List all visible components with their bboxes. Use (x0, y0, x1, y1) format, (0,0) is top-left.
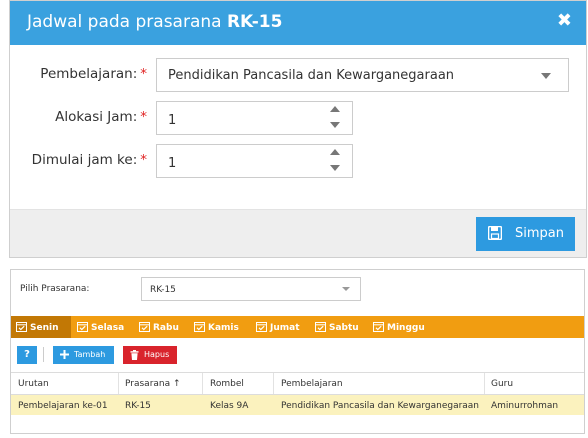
schedule-panel: Pilih Prasarana: RK-15 Senin Selasa Rabu… (10, 269, 585, 434)
modal-title-room: RK-15 (226, 12, 283, 32)
prasarana-label: Pilih Prasarana: (20, 284, 90, 294)
spinner-up-icon[interactable] (330, 106, 340, 112)
spinner-down-icon[interactable] (330, 122, 340, 128)
tab-jumat[interactable]: Jumat (256, 321, 300, 333)
tab-label: Senin (30, 323, 59, 333)
calendar-check-icon (315, 322, 326, 332)
form-row-alokasi: Alokasi Jam: * 1 (10, 101, 586, 135)
dimulai-jam-input[interactable]: 1 (156, 144, 353, 178)
pembelajaran-label: Pembelajaran: * (40, 66, 147, 82)
spinner-up-icon[interactable] (330, 149, 340, 155)
dimulai-label: Dimulai jam ke: * (32, 152, 147, 168)
pembelajaran-label-text: Pembelajaran: (40, 66, 138, 82)
cell-prasarana: RK-15 (125, 401, 151, 411)
modal-title-prefix: Jadwal pada prasarana (27, 12, 222, 32)
cell-urutan: Pembelajaran ke-01 (18, 401, 108, 411)
tab-label: Kamis (208, 323, 239, 333)
help-icon: ? (24, 349, 30, 360)
column-header-prasarana[interactable]: Prasarana ↑ (125, 379, 181, 389)
column-divider (202, 373, 203, 394)
form-row-dimulai: Dimulai jam ke: * 1 (10, 144, 586, 178)
tab-label: Sabtu (329, 323, 359, 333)
column-divider (484, 373, 485, 394)
modal-title: Jadwal pada prasarana RK-15 (27, 12, 282, 32)
modal-footer: Simpan (10, 209, 586, 257)
alokasi-jam-input[interactable]: 1 (156, 101, 353, 135)
sort-asc-icon: ↑ (173, 379, 181, 389)
add-button-label: Tambah (74, 350, 106, 359)
dimulai-jam-value: 1 (168, 156, 177, 171)
plus-icon (60, 350, 69, 359)
column-divider (118, 373, 119, 394)
tab-label: Minggu (387, 323, 425, 333)
column-header-rombel[interactable]: Rombel (210, 379, 244, 389)
required-marker: * (140, 66, 147, 82)
toolbar-divider (43, 347, 44, 362)
tab-senin[interactable]: Senin (16, 321, 59, 333)
delete-button-label: Hapus (144, 350, 170, 359)
alokasi-label: Alokasi Jam: * (55, 109, 147, 125)
schedule-modal: Jadwal pada prasarana RK-15 ✖ Pembelajar… (9, 0, 587, 258)
alokasi-label-text: Alokasi Jam: (55, 109, 138, 125)
trash-icon (130, 350, 139, 360)
chevron-down-icon (541, 73, 551, 79)
column-header-pembelajaran[interactable]: Pembelajaran (281, 379, 343, 389)
tab-rabu[interactable]: Rabu (139, 321, 179, 333)
tab-label: Selasa (91, 323, 125, 333)
alokasi-jam-value: 1 (168, 113, 177, 128)
column-divider (273, 373, 274, 394)
tab-kamis[interactable]: Kamis (194, 321, 239, 333)
add-button[interactable]: Tambah (53, 346, 114, 364)
tab-minggu[interactable]: Minggu (373, 321, 425, 333)
column-header-urutan[interactable]: Urutan (18, 379, 49, 389)
calendar-check-icon (373, 322, 384, 332)
calendar-check-icon (77, 322, 88, 332)
save-button[interactable]: Simpan (476, 217, 575, 251)
column-header-guru[interactable]: Guru (491, 379, 513, 389)
spinner-down-icon[interactable] (330, 165, 340, 171)
prasarana-select-value: RK-15 (150, 285, 176, 295)
table-header: Urutan Prasarana ↑ Rombel Pembelajaran G… (11, 372, 584, 395)
save-button-label: Simpan (515, 226, 564, 241)
required-marker: * (140, 152, 147, 168)
tab-sabtu[interactable]: Sabtu (315, 321, 359, 333)
day-tabs: Senin Selasa Rabu Kamis Jumat Sabtu Ming… (11, 316, 584, 338)
calendar-check-icon (139, 322, 150, 332)
tab-label: Jumat (270, 323, 300, 333)
delete-button[interactable]: Hapus (123, 346, 177, 364)
cell-pembelajaran: Pendidikan Pancasila dan Kewarganegaraan (281, 401, 480, 411)
calendar-check-icon (256, 322, 267, 332)
help-button[interactable]: ? (17, 346, 37, 364)
table-row[interactable]: Pembelajaran ke-01 RK-15 Kelas 9A Pendid… (11, 395, 584, 415)
column-header-prasarana-text: Prasarana (125, 379, 171, 389)
dimulai-label-text: Dimulai jam ke: (31, 152, 138, 168)
calendar-check-icon (194, 322, 205, 332)
pembelajaran-select[interactable]: Pendidikan Pancasila dan Kewarganegaraan (156, 58, 569, 92)
tab-selasa[interactable]: Selasa (77, 321, 124, 333)
chevron-down-icon (342, 287, 350, 291)
grid-toolbar: ? Tambah Hapus (11, 344, 584, 368)
cell-rombel: Kelas 9A (210, 401, 249, 411)
tab-label: Rabu (153, 323, 179, 333)
pembelajaran-select-value: Pendidikan Pancasila dan Kewarganegaraan (168, 68, 455, 83)
close-icon[interactable]: ✖ (557, 11, 572, 31)
prasarana-select[interactable]: RK-15 (141, 277, 361, 301)
form-row-pembelajaran: Pembelajaran: * Pendidikan Pancasila dan … (10, 58, 586, 92)
save-disk-icon (488, 226, 502, 240)
calendar-check-icon (16, 322, 27, 332)
modal-header: Jadwal pada prasarana RK-15 ✖ (10, 1, 586, 45)
required-marker: * (140, 109, 147, 125)
cell-guru: Aminurrohman (491, 401, 559, 411)
